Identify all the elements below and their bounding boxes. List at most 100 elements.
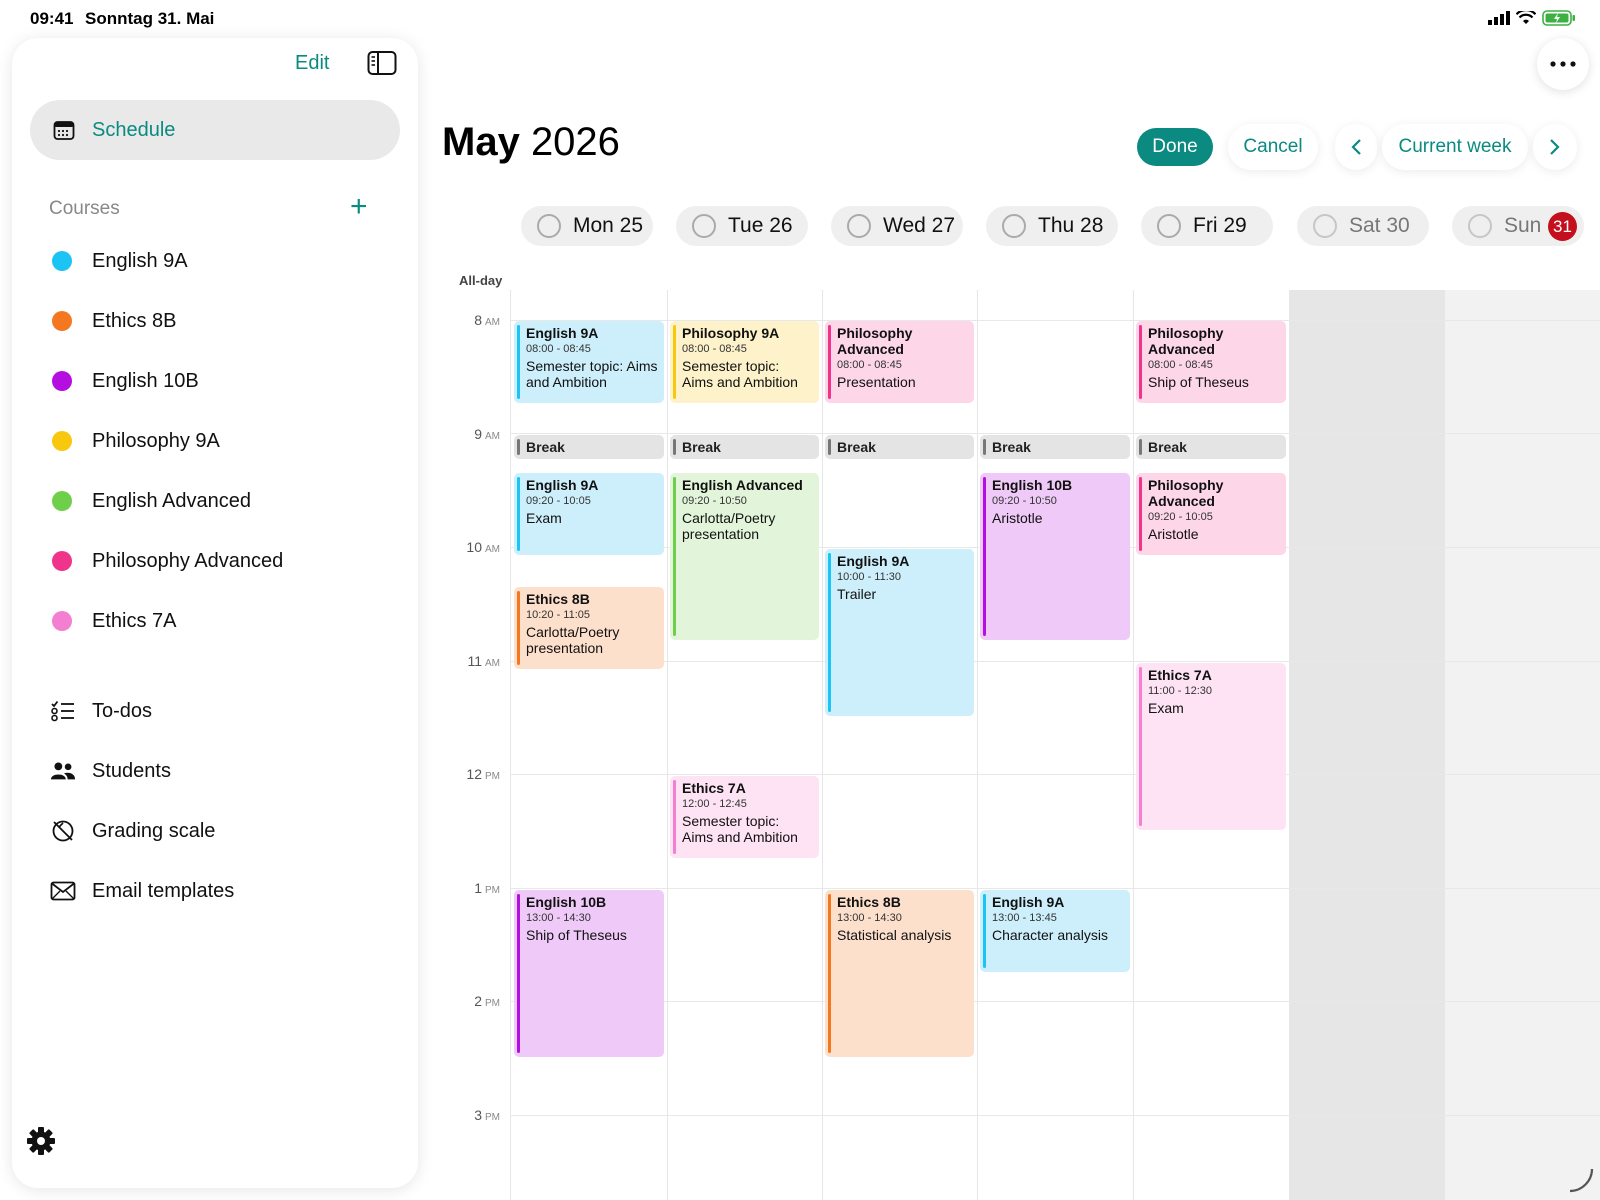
hour-label: 1 PM <box>474 880 500 896</box>
people-icon <box>50 758 76 784</box>
event-philosophy-9a[interactable]: Philosophy 9A 08:00 - 08:45 Semester topic… <box>670 321 819 403</box>
sidebar-toggle-icon <box>367 51 397 75</box>
event-ethics-8b[interactable]: Ethics 8B 10:20 - 11:05 Carlotta/Poetry pr… <box>514 587 664 669</box>
hour-label: 8 AM <box>474 312 500 328</box>
grid-vline <box>667 290 668 1200</box>
event-english-10b[interactable]: English 10B 09:20 - 10:50 Aristotle <box>980 473 1130 640</box>
grid-hline <box>510 661 1600 662</box>
break-block[interactable]: Break <box>670 435 819 459</box>
sidebar-item-course[interactable]: Philosophy Advanced <box>42 541 283 581</box>
sidebar-item-grading-scale[interactable]: Grading scale <box>42 811 215 851</box>
current-week-button[interactable]: Current week <box>1382 124 1528 170</box>
hour-label: 12 PM <box>466 766 500 782</box>
next-week-button[interactable] <box>1533 124 1577 170</box>
day-select-circle[interactable] <box>692 214 716 238</box>
course-label: English 10B <box>92 369 199 392</box>
app-window: 09:41 Sonntag 31. Mai Edit Schedule Cour… <box>0 0 1600 1200</box>
grid-hline <box>510 433 1600 434</box>
grid-vline <box>1444 290 1445 1200</box>
course-label: Ethics 8B <box>92 309 177 332</box>
break-block[interactable]: Break <box>825 435 974 459</box>
grid-vline <box>510 290 511 1200</box>
sidebar-item-label: Students <box>92 759 171 782</box>
break-block[interactable]: Break <box>514 435 664 459</box>
sidebar-item-course[interactable]: Ethics 8B <box>42 301 176 341</box>
title-year: 2026 <box>530 120 620 164</box>
day-header-thu[interactable]: Thu 28 <box>986 206 1118 246</box>
event-ethics-7a[interactable]: Ethics 7A 11:00 - 12:30 Exam <box>1136 663 1286 830</box>
event-english-9a[interactable]: English 9A 09:20 - 10:05 Exam <box>514 473 664 555</box>
sidebar-item-course[interactable]: English 10B <box>42 361 199 401</box>
chevron-left-icon <box>1351 139 1361 155</box>
grid-hline <box>510 1001 1600 1002</box>
day-header-fri[interactable]: Fri 29 <box>1141 206 1273 246</box>
course-color-dot <box>52 431 72 451</box>
day-select-circle[interactable] <box>1002 214 1026 238</box>
all-day-label: All-day <box>459 273 503 288</box>
previous-week-button[interactable] <box>1335 124 1377 170</box>
day-header-wed[interactable]: Wed 27 <box>831 206 963 246</box>
status-bar: 09:41 Sonntag 31. Mai <box>0 0 1600 38</box>
grid-hline <box>510 888 1600 889</box>
sidebar-item-students[interactable]: Students <box>42 751 171 791</box>
event-english-10b[interactable]: English 10B 13:00 - 14:30 Ship of Theseus <box>514 890 664 1057</box>
window-resize-handle-icon[interactable] <box>1566 1165 1596 1195</box>
hour-label: 10 AM <box>466 539 500 555</box>
sidebar-item-label: To-dos <box>92 699 153 722</box>
day-header-tue[interactable]: Tue 26 <box>676 206 808 246</box>
calendar-icon <box>53 121 75 140</box>
settings-gear-icon[interactable] <box>26 1126 56 1156</box>
event-philosophy-advanced[interactable]: Philosophy Advanced 09:20 - 10:05 Aristotl… <box>1136 473 1286 555</box>
day-select-circle[interactable] <box>1157 214 1181 238</box>
envelope-icon <box>50 878 76 904</box>
hour-label: 11 AM <box>467 653 500 669</box>
sidebar-toggle-button[interactable] <box>367 50 397 76</box>
done-button[interactable]: Done <box>1137 128 1213 166</box>
day-header-mon[interactable]: Mon 25 <box>521 206 653 246</box>
sidebar-item-email-templates[interactable]: Email templates <box>42 871 234 911</box>
grid-vline <box>1133 290 1134 1200</box>
day-select-circle[interactable] <box>1468 214 1492 238</box>
sidebar-item-course[interactable]: Philosophy 9A <box>42 421 220 461</box>
event-philosophy-advanced[interactable]: Philosophy Advanced 08:00 - 08:45 Ship of … <box>1136 321 1286 403</box>
event-english-9a[interactable]: English 9A 08:00 - 08:45 Semester topic: A… <box>514 321 664 403</box>
event-philosophy-advanced[interactable]: Philosophy Advanced 08:00 - 08:45 Presenta… <box>825 321 974 403</box>
grid-vline <box>822 290 823 1200</box>
courses-section-title: Courses <box>49 198 120 219</box>
day-header-sat[interactable]: Sat 30 <box>1297 206 1429 246</box>
more-options-button[interactable] <box>1537 38 1589 90</box>
course-color-dot <box>52 311 72 331</box>
day-select-circle[interactable] <box>1313 214 1337 238</box>
event-english-advanced[interactable]: English Advanced 09:20 - 10:50 Carlotta/Po… <box>670 473 819 640</box>
sidebar-item-course[interactable]: English Advanced <box>42 481 251 521</box>
hour-label: 2 PM <box>474 993 500 1009</box>
sidebar-item-schedule[interactable]: Schedule <box>30 100 400 160</box>
today-badge: 31 <box>1548 212 1577 241</box>
sidebar-item-label: Grading scale <box>92 819 216 842</box>
course-label: English 9A <box>92 249 188 272</box>
event-ethics-8b[interactable]: Ethics 8B 13:00 - 14:30 Statistical analys… <box>825 890 974 1057</box>
grid-vline <box>977 290 978 1200</box>
day-select-circle[interactable] <box>537 214 561 238</box>
battery-icon <box>1542 10 1575 26</box>
event-ethics-7a[interactable]: Ethics 7A 12:00 - 12:45 Semester topic: Ai… <box>670 776 819 858</box>
sidebar-item-course[interactable]: Ethics 7A <box>42 601 176 641</box>
edit-button[interactable]: Edit <box>295 52 329 75</box>
day-select-circle[interactable] <box>847 214 871 238</box>
break-block[interactable]: Break <box>1136 435 1286 459</box>
break-block[interactable]: Break <box>980 435 1130 459</box>
status-time: 09:41 <box>30 9 74 28</box>
event-english-9a[interactable]: English 9A 10:00 - 11:30 Trailer <box>825 549 974 716</box>
sidebar-item-todos[interactable]: To-dos <box>42 691 152 731</box>
event-english-9a[interactable]: English 9A 13:00 - 13:45 Character analysi… <box>980 890 1130 972</box>
grid-hline <box>510 774 1600 775</box>
ellipsis-icon <box>1550 61 1576 67</box>
cancel-button[interactable]: Cancel <box>1228 124 1318 170</box>
hour-label: 9 AM <box>474 426 500 442</box>
signal-icon <box>1488 11 1510 25</box>
status-date: Sonntag 31. Mai <box>85 9 215 28</box>
sidebar-item-course[interactable]: English 9A <box>42 241 188 281</box>
course-color-dot <box>52 611 72 631</box>
status-icons <box>1488 10 1576 26</box>
add-course-button[interactable]: + <box>350 192 368 222</box>
